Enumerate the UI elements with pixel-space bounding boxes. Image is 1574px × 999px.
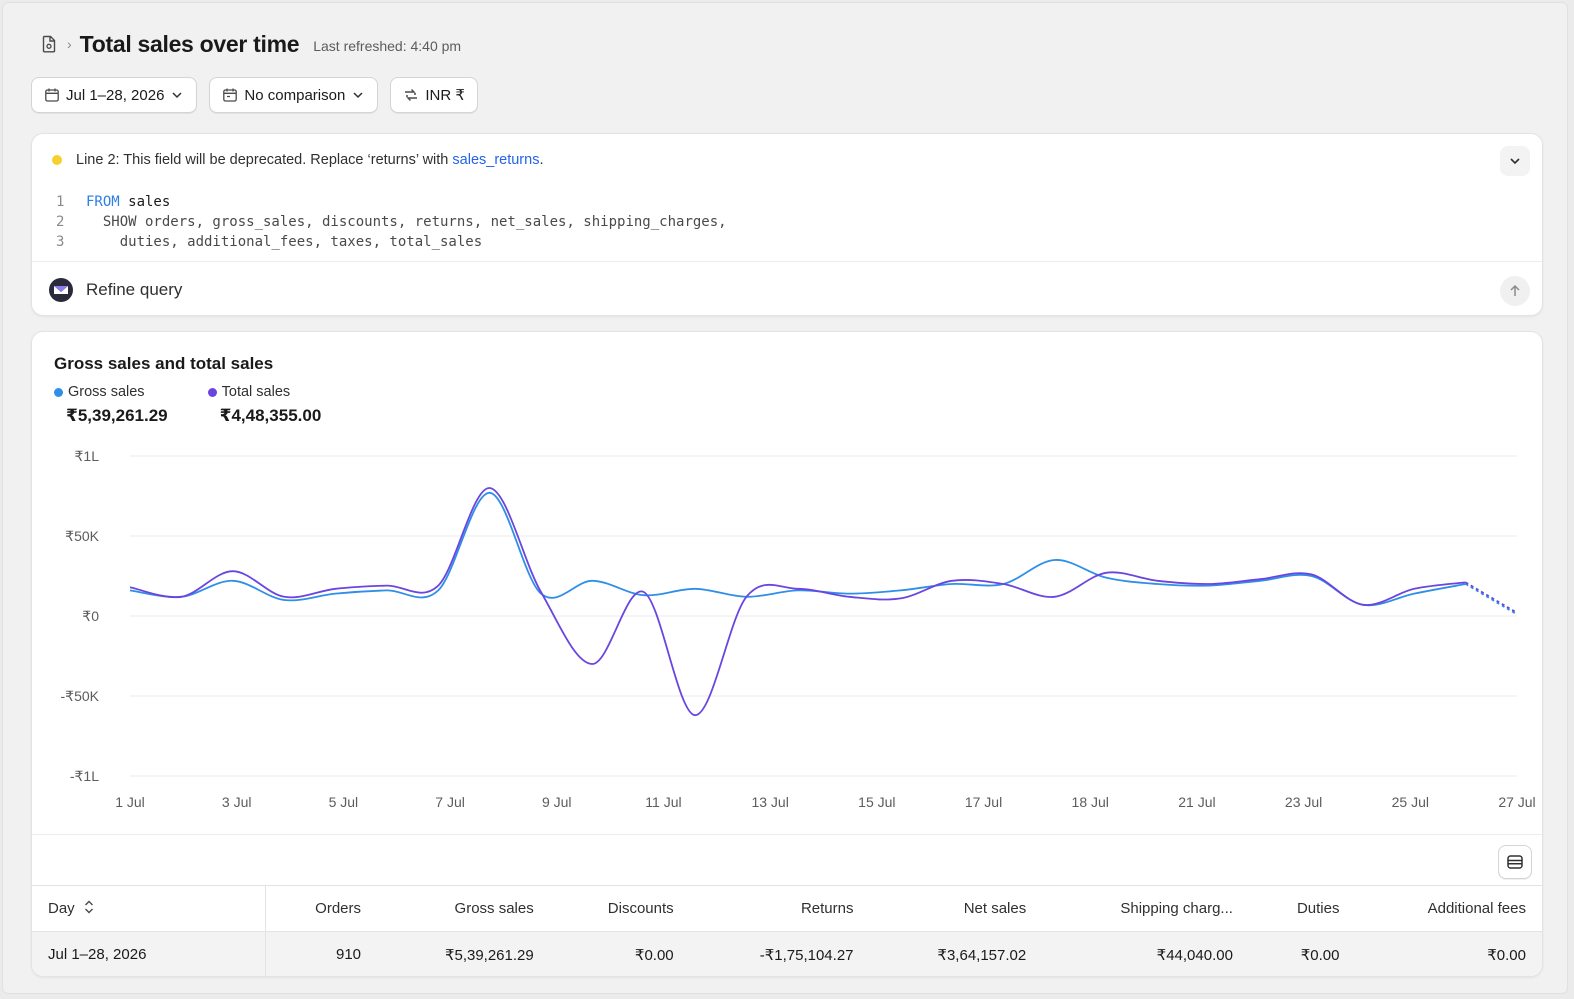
cell-shipping: ₹44,040.00 bbox=[1042, 931, 1249, 976]
line-chart[interactable]: ₹1L ₹50K ₹0 -₹50K -₹1L 1 Jul 3 Jul 5 Jul 7 Jul 9 … bbox=[32, 332, 1543, 832]
collapse-button[interactable] bbox=[1500, 146, 1530, 176]
x-tick-label: 27 Jul bbox=[1498, 794, 1535, 810]
column-header-day[interactable]: Day bbox=[32, 885, 266, 932]
y-tick-label: ₹1L bbox=[75, 448, 100, 464]
chevron-down-icon bbox=[353, 92, 363, 99]
cell-day: Jul 1–28, 2026 bbox=[32, 931, 266, 976]
code-line: 1 FROM sales bbox=[56, 194, 171, 210]
arrow-up-icon bbox=[1510, 284, 1520, 296]
page-header: › Total sales over time Last refreshed: … bbox=[39, 27, 461, 61]
warning-dot-icon bbox=[52, 155, 62, 165]
cell-discounts: ₹0.00 bbox=[549, 931, 690, 976]
series-line-gross-sales-projected bbox=[1465, 583, 1518, 616]
table-header-row: Day Orders Gross sales Discounts Returns… bbox=[32, 885, 1542, 932]
y-tick-label: -₹50K bbox=[61, 688, 100, 704]
x-tick-label: 5 Jul bbox=[329, 794, 359, 810]
x-tick-label: 15 Jul bbox=[858, 794, 895, 810]
y-tick-label: ₹50K bbox=[65, 528, 99, 544]
report-frame: › Total sales over time Last refreshed: … bbox=[2, 2, 1568, 994]
breadcrumb-chevron-icon: › bbox=[67, 36, 72, 52]
refine-query-label: Refine query bbox=[86, 279, 183, 299]
document-icon[interactable] bbox=[39, 34, 59, 54]
column-header-additional-fees[interactable]: Additional fees bbox=[1355, 885, 1542, 932]
x-tick-label: 25 Jul bbox=[1392, 794, 1429, 810]
send-button[interactable] bbox=[1500, 276, 1530, 306]
code-keyword: FROM bbox=[86, 194, 120, 210]
column-header-returns[interactable]: Returns bbox=[689, 885, 870, 932]
warning-text: Line 2: This field will be deprecated. R… bbox=[76, 152, 453, 168]
date-range-button[interactable]: Jul 1–28, 2026 bbox=[31, 77, 198, 113]
calendar-icon bbox=[45, 88, 59, 102]
series-line-total-sales bbox=[129, 487, 1466, 717]
series-line-total-sales-projected bbox=[1465, 581, 1518, 614]
x-tick-label: 17 Jul bbox=[965, 794, 1002, 810]
column-header-orders[interactable]: Orders bbox=[265, 885, 378, 932]
deprecation-warning: Line 2: This field will be deprecated. R… bbox=[52, 152, 543, 168]
x-tick-label: 21 Jul bbox=[1178, 794, 1215, 810]
summary-table: Day Orders Gross sales Discounts Returns… bbox=[32, 885, 1542, 976]
warning-suffix: . bbox=[539, 152, 544, 168]
table-icon bbox=[1507, 855, 1523, 869]
comparison-label: No comparison bbox=[244, 86, 346, 104]
sort-icon[interactable] bbox=[83, 899, 95, 919]
currency-exchange-icon bbox=[405, 89, 418, 101]
chart-card: Gross sales and total sales Gross sales … bbox=[31, 331, 1543, 977]
toolbar: Jul 1–28, 2026 No comparison INR ₹ bbox=[31, 77, 478, 113]
last-refreshed: Last refreshed: 4:40 pm bbox=[313, 38, 462, 54]
refine-query-bar[interactable]: Refine query bbox=[32, 261, 1542, 317]
comparison-button[interactable]: No comparison bbox=[209, 77, 379, 113]
code-line: 3 duties, additional_fees, taxes, total_… bbox=[56, 234, 483, 250]
x-tick-label: 18 Jul bbox=[1072, 794, 1109, 810]
column-header-discounts[interactable]: Discounts bbox=[549, 885, 690, 932]
cell-net-sales: ₹3,64,157.02 bbox=[869, 931, 1043, 976]
date-range-label: Jul 1–28, 2026 bbox=[66, 86, 165, 104]
currency-button[interactable]: INR ₹ bbox=[390, 77, 478, 113]
code-line: 2 SHOW orders, gross_sales, discounts, r… bbox=[56, 214, 727, 230]
x-tick-label: 23 Jul bbox=[1285, 794, 1322, 810]
y-tick-label: ₹0 bbox=[82, 608, 99, 624]
cell-gross-sales: ₹5,39,261.29 bbox=[377, 931, 550, 976]
table-view-button[interactable] bbox=[1498, 845, 1532, 879]
query-card: Line 2: This field will be deprecated. R… bbox=[31, 133, 1543, 316]
cell-additional-fees: ₹0.00 bbox=[1355, 931, 1542, 976]
x-tick-label: 7 Jul bbox=[435, 794, 465, 810]
table-row: Jul 1–28, 2026 910 ₹5,39,261.29 ₹0.00 -₹… bbox=[32, 931, 1542, 976]
page-title: Total sales over time bbox=[79, 30, 300, 57]
column-header-net-sales[interactable]: Net sales bbox=[869, 885, 1043, 932]
currency-label: INR ₹ bbox=[425, 87, 465, 104]
cell-duties: ₹0.00 bbox=[1248, 931, 1356, 976]
chart-footer bbox=[32, 834, 1542, 886]
x-tick-label: 3 Jul bbox=[222, 794, 252, 810]
y-tick-label: -₹1L bbox=[70, 768, 99, 784]
calendar-compare-icon bbox=[223, 88, 238, 102]
column-header-gross-sales[interactable]: Gross sales bbox=[377, 885, 550, 932]
chevron-down-icon bbox=[172, 92, 182, 99]
x-tick-label: 9 Jul bbox=[542, 794, 572, 810]
assistant-avatar-icon bbox=[49, 277, 73, 302]
x-tick-label: 11 Jul bbox=[645, 794, 681, 810]
column-header-shipping[interactable]: Shipping charg... bbox=[1042, 885, 1249, 932]
column-header-duties[interactable]: Duties bbox=[1248, 885, 1356, 932]
x-tick-label: 1 Jul bbox=[115, 794, 145, 810]
cell-orders: 910 bbox=[265, 931, 378, 976]
warning-link[interactable]: sales_returns bbox=[452, 152, 539, 168]
query-editor[interactable]: 1 FROM sales 2 SHOW orders, gross_sales, … bbox=[56, 192, 727, 252]
chevron-down-icon bbox=[1510, 158, 1520, 165]
x-tick-label: 13 Jul bbox=[751, 794, 788, 810]
cell-returns: -₹1,75,104.27 bbox=[689, 931, 870, 976]
